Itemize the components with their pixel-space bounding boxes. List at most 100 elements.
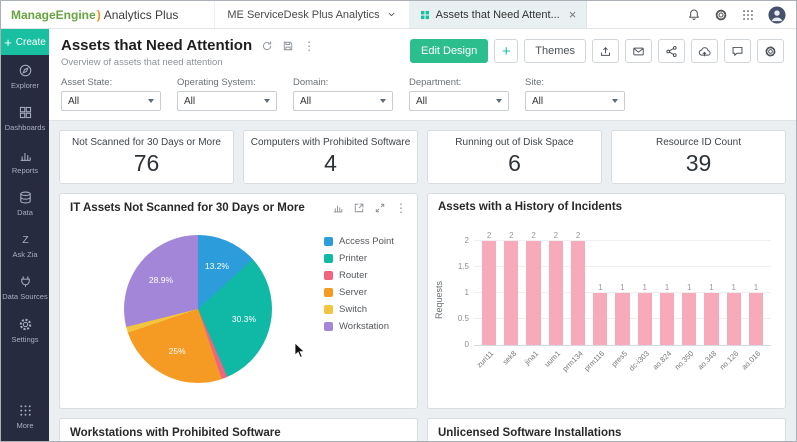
open-report-icon[interactable] [353,202,365,214]
bar-pres5[interactable]: 1 [611,283,633,345]
y-axis-tick: 1.5 [444,262,469,271]
bar-dc-i303[interactable]: 1 [634,283,656,345]
legend-item-workstation[interactable]: Workstation [324,321,394,332]
sidebar: + Create Explorer Dashboards Reports Dat… [1,29,49,441]
bar-value-label: 1 [598,283,602,292]
refresh-icon[interactable] [261,40,273,52]
bar-value-label: 2 [576,231,580,240]
sidebar-item-settings[interactable]: Settings [1,309,49,351]
more-icon [18,403,33,418]
filter-asset-state-select[interactable]: All [61,91,161,111]
sidebar-item-data-sources[interactable]: Data Sources [1,266,49,308]
kpi-not-scanned[interactable]: Not Scanned for 30 Days or More 76 [59,130,234,184]
filter-domain-select[interactable]: All [293,91,393,111]
bar-jina1[interactable]: 2 [522,231,544,345]
x-axis-label: uum1 [543,349,563,369]
bar-ao.348[interactable]: 1 [700,283,722,345]
x-axis-label: sek8 [500,349,518,367]
dashboard-settings-button[interactable] [757,39,784,63]
settings-gear-icon[interactable] [714,8,728,22]
legend-item-switch[interactable]: Switch [324,304,394,315]
share-button[interactable] [658,39,685,63]
bar-value-label: 1 [754,283,758,292]
explorer-icon [18,63,33,78]
share-icon [665,45,678,58]
email-icon [632,45,645,58]
cloud-upload-icon [698,45,711,58]
kpi-row: Not Scanned for 30 Days or More 76 Compu… [59,130,786,184]
pie-chart[interactable]: 13.2%30.3%25%28.9% [124,235,272,383]
filter-department: Department: All [409,77,509,111]
close-tab-icon[interactable]: × [569,8,577,21]
x-axis-label-cell: sek8 [500,346,522,378]
comment-button[interactable] [724,39,751,63]
sidebar-item-dashboards[interactable]: Dashboards [1,97,49,139]
save-icon[interactable] [282,40,294,52]
avatar[interactable] [768,6,786,24]
legend-item-server[interactable]: Server [324,287,394,298]
legend-label: Workstation [339,321,389,332]
reports-icon [18,148,33,163]
email-button[interactable] [625,39,652,63]
legend-swatch [324,237,333,246]
bar-sek8[interactable]: 2 [500,231,522,345]
pie-panel-title: IT Assets Not Scanned for 30 Days or Mor… [70,202,305,214]
bar-value-label: 1 [687,283,691,292]
bar-prm134[interactable]: 2 [567,231,589,345]
kebab-menu-icon[interactable]: ⋮ [395,201,407,215]
sidebar-item-more[interactable]: More [1,395,49,437]
edit-design-button[interactable]: Edit Design [410,39,488,63]
caret-down-icon [380,99,386,103]
chevron-down-icon [386,9,397,20]
legend-swatch [324,305,333,314]
bar-no.350[interactable]: 1 [678,283,700,345]
y-axis-tick: 1 [444,288,469,297]
filter-operating-system-select[interactable]: All [177,91,277,111]
x-axis-labels: zuri11sek8jina1uum1prm134prm116pres5dc-i… [474,346,771,378]
bar-chart: 00.511.522222211111111 [474,226,771,346]
sidebar-item-data[interactable]: Data [1,182,49,224]
notifications-bell-icon[interactable] [687,8,701,22]
pie-panel-tools: ⋮ [332,201,407,215]
create-button-label: Create [16,37,46,48]
workspace-selector[interactable]: ME ServiceDesk Plus Analytics [214,1,409,28]
brand-logo: ManageEngine)Analytics Plus [1,1,188,28]
bar-prm116[interactable]: 1 [589,283,611,345]
bar-ao.824[interactable]: 1 [656,283,678,345]
create-button[interactable]: + Create [1,29,49,55]
legend-swatch [324,271,333,280]
workspace-selector-label: ME ServiceDesk Plus Analytics [227,9,379,21]
filter-site: Site: All [525,77,625,111]
filter-site-select[interactable]: All [525,91,625,111]
filter-department-select[interactable]: All [409,91,509,111]
sidebar-item-ask-zia[interactable]: Ask Zia [1,224,49,266]
sidebar-item-explorer[interactable]: Explorer [1,55,49,97]
bar-ao.016[interactable]: 1 [745,283,767,345]
bar-no.126[interactable]: 1 [723,283,745,345]
themes-button[interactable]: Themes [524,39,586,63]
expand-icon[interactable] [374,202,386,214]
chart-type-icon[interactable] [332,202,344,214]
cloud-upload-button[interactable] [691,39,718,63]
legend-item-printer[interactable]: Printer [324,253,394,264]
legend-swatch [324,288,333,297]
legend-item-router[interactable]: Router [324,270,394,281]
bar-value-label: 2 [531,231,535,240]
apps-grid-icon[interactable] [741,8,755,22]
tab-assets-that-need-attention[interactable]: Assets that Need Attent... × [410,1,588,28]
bar-value-label: 2 [487,231,491,240]
bar-uum1[interactable]: 2 [545,231,567,345]
add-report-button[interactable]: + [494,39,518,63]
unlicensed-software-panel: Unlicensed Software Installations [427,418,786,441]
kebab-menu-icon[interactable]: ⋮ [303,39,315,53]
kpi-resource-id-count[interactable]: Resource ID Count 39 [611,130,786,184]
page-header: Assets that Need Attention ⋮ Overview of… [49,29,796,72]
legend-item-access-point[interactable]: Access Point [324,236,394,247]
bar-zuri11[interactable]: 2 [478,231,500,345]
sidebar-item-reports[interactable]: Reports [1,140,49,182]
page-subtitle: Overview of assets that need attention [61,57,315,68]
topbar: ManageEngine)Analytics Plus ME ServiceDe… [1,1,796,29]
kpi-prohibited-software[interactable]: Computers with Prohibited Software 4 [243,130,418,184]
kpi-disk-space[interactable]: Running out of Disk Space 6 [427,130,602,184]
publish-button[interactable] [592,39,619,63]
